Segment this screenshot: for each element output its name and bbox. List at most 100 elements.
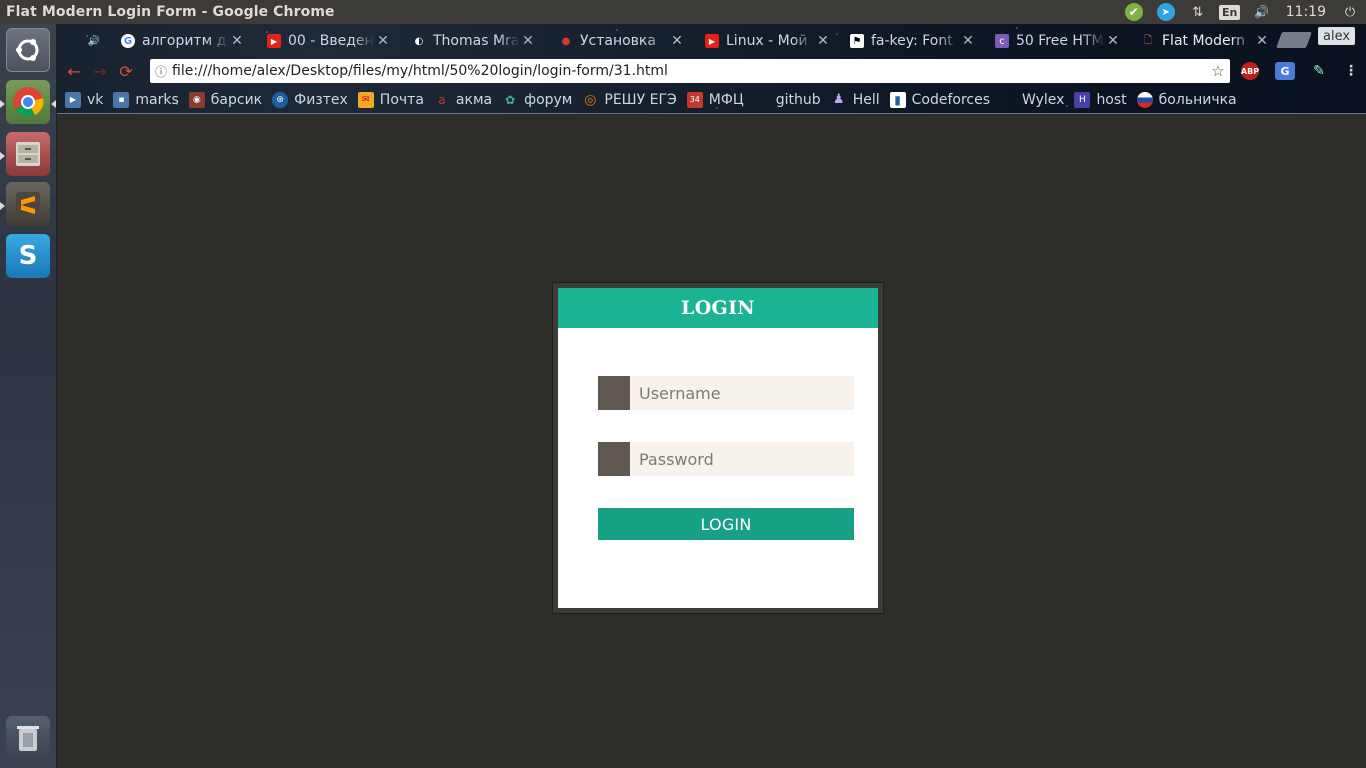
- close-icon[interactable]: ✕: [375, 33, 391, 49]
- address-bar[interactable]: ⓘ file:///home/alex/Desktop/files/my/htm…: [150, 59, 1230, 83]
- lock-icon: [598, 442, 630, 476]
- bookmark-phystech[interactable]: ⊛ Физтех: [272, 91, 348, 108]
- close-icon[interactable]: ✕: [1105, 33, 1121, 49]
- bookmark-hell[interactable]: ♟ Hell: [831, 92, 880, 108]
- hell-icon: ♟: [832, 92, 845, 107]
- tab-title: 50 Free HTM: [1016, 33, 1104, 49]
- vk-icon: ▶: [65, 91, 81, 108]
- barsik-icon: ◉: [188, 91, 205, 108]
- telegram-icon: ➤: [1156, 3, 1175, 21]
- adblock-plus-icon[interactable]: ABP: [1241, 62, 1259, 80]
- tab-youtube-intro[interactable]: ▶ 00 - Введени ✕: [257, 27, 397, 55]
- username-input[interactable]: [630, 376, 854, 410]
- back-arrow-icon: ←: [67, 61, 81, 81]
- close-icon[interactable]: ✕: [520, 33, 536, 49]
- bookmark-reshu-ege[interactable]: ◎ РЕШУ ЕГЭ: [582, 91, 677, 108]
- bookmark-star-icon[interactable]: ☆: [1206, 62, 1230, 80]
- bookmark-label: акма: [455, 91, 493, 108]
- reshu-ege-icon: ◎: [584, 91, 597, 108]
- bookmark-forum[interactable]: ✿ форум: [502, 92, 572, 108]
- bookmarks-bar: ▶ vk ▪ marks ◉ барсик ⊛ Физтех ✉ Почта a акма …: [57, 86, 1366, 114]
- password-field: [598, 442, 854, 476]
- clock[interactable]: 11:19: [1278, 0, 1334, 24]
- check-icon: ✔: [1124, 3, 1143, 21]
- keyboard-layout-indicator[interactable]: En: [1214, 0, 1246, 24]
- google-translate-icon[interactable]: G: [1275, 62, 1295, 80]
- colorlib-icon: c: [995, 34, 1009, 48]
- bookmark-label: host: [1096, 91, 1127, 108]
- launcher-sublime-text[interactable]: [6, 182, 50, 226]
- volume-indicator[interactable]: 🔊: [1246, 0, 1278, 24]
- mail-icon: ✉: [357, 91, 374, 108]
- tab-youtube-linux[interactable]: ▶ Linux - Мой ✕: [695, 27, 837, 55]
- bookmark-mail[interactable]: ✉ Почта: [357, 91, 424, 108]
- forward-button[interactable]: →: [87, 58, 113, 84]
- bookmark-host[interactable]: Hhost: [1074, 91, 1127, 108]
- close-icon[interactable]: ✕: [669, 33, 685, 49]
- username-field: [598, 376, 854, 410]
- login-button[interactable]: LOGIN: [598, 508, 854, 540]
- bookmark-label: МФЦ: [708, 91, 744, 108]
- github-icon: [754, 92, 770, 108]
- bookmark-barsik[interactable]: ◉ барсик: [188, 91, 262, 108]
- host-icon: H: [1074, 91, 1091, 108]
- launcher-files[interactable]: [6, 132, 50, 176]
- sublime-text-icon: [16, 192, 40, 216]
- menu-icon[interactable]: ⋮: [1341, 62, 1361, 80]
- bookmark-mfc[interactable]: 34 МФЦ: [686, 91, 744, 108]
- tab-title: Linux - Мой: [726, 33, 808, 49]
- bookmark-label: vk: [87, 91, 104, 108]
- new-tab-button[interactable]: [1276, 32, 1312, 48]
- tab-50-free[interactable]: c 50 Free HTM ✕: [985, 27, 1127, 55]
- chrome-icon: [13, 87, 44, 117]
- info-icon[interactable]: ⓘ: [150, 63, 172, 80]
- extension-tool-icon[interactable]: ✎: [1309, 62, 1329, 80]
- close-icon[interactable]: ✕: [229, 33, 245, 49]
- bookmark-codeforces[interactable]: ▮ Codeforces: [889, 91, 990, 108]
- tab-google[interactable]: G алгоритм д ✕: [111, 27, 251, 55]
- bookmark-label: Codeforces: [911, 91, 990, 108]
- password-input[interactable]: [630, 442, 854, 476]
- session-menu[interactable]: ⏻: [1334, 0, 1366, 24]
- launcher-running-indicator: [0, 202, 5, 210]
- close-icon[interactable]: ✕: [960, 33, 976, 49]
- skype-icon: S: [18, 241, 38, 271]
- launcher-skype[interactable]: S: [6, 234, 50, 278]
- bookmark-label: marks: [135, 91, 179, 108]
- reload-button[interactable]: ⟳: [113, 58, 139, 84]
- close-icon[interactable]: ✕: [1254, 33, 1270, 49]
- trash-icon: [17, 726, 39, 751]
- codeforces-icon: ▮: [889, 91, 906, 108]
- close-icon[interactable]: ✕: [815, 33, 831, 49]
- tab-thomas[interactable]: ◐ Thomas Mra ✕: [402, 27, 542, 55]
- update-indicator[interactable]: ✔: [1118, 0, 1150, 24]
- bookmark-label: больничка: [1158, 91, 1237, 108]
- launcher-chrome[interactable]: [6, 80, 50, 124]
- tab-title: Flat Modern: [1162, 33, 1245, 49]
- power-icon: ⏻: [1344, 4, 1356, 20]
- bookmark-wylex[interactable]: Wylex: [1000, 92, 1064, 108]
- profile-button[interactable]: alex: [1318, 27, 1356, 45]
- network-indicator[interactable]: ⇅: [1182, 0, 1214, 24]
- login-frame: LOGIN LOGIN: [552, 282, 884, 614]
- launcher-dash-button[interactable]: [6, 28, 50, 72]
- forum-icon: ✿: [505, 92, 516, 107]
- bookmark-hospital[interactable]: ● больничка: [1136, 91, 1237, 108]
- address-url[interactable]: file:///home/alex/Desktop/files/my/html/…: [172, 63, 1206, 79]
- tab-install[interactable]: ● Установка ✕: [549, 27, 691, 55]
- bookmark-label: Wylex: [1022, 91, 1065, 108]
- launcher-running-indicator: [0, 100, 5, 108]
- tab-flat-modern[interactable]: 🗋 Flat Modern ✕: [1131, 27, 1276, 55]
- launcher-running-indicator: [0, 152, 5, 160]
- telegram-indicator[interactable]: ➤: [1150, 0, 1182, 24]
- page-viewport: LOGIN LOGIN: [57, 114, 1366, 768]
- bookmark-akma[interactable]: a акма: [434, 92, 492, 108]
- bookmark-vk[interactable]: ▶ vk: [65, 91, 104, 108]
- back-button[interactable]: ←: [61, 58, 87, 84]
- ubuntu-logo-icon: [16, 39, 39, 61]
- launcher-trash[interactable]: [6, 716, 50, 760]
- reload-icon: ⟳: [119, 61, 133, 81]
- tab-fa-key[interactable]: ⚑ fa-key: Font ✕: [840, 27, 982, 55]
- bookmark-marks[interactable]: ▪ marks: [113, 91, 179, 108]
- bookmark-github[interactable]: github: [754, 92, 821, 108]
